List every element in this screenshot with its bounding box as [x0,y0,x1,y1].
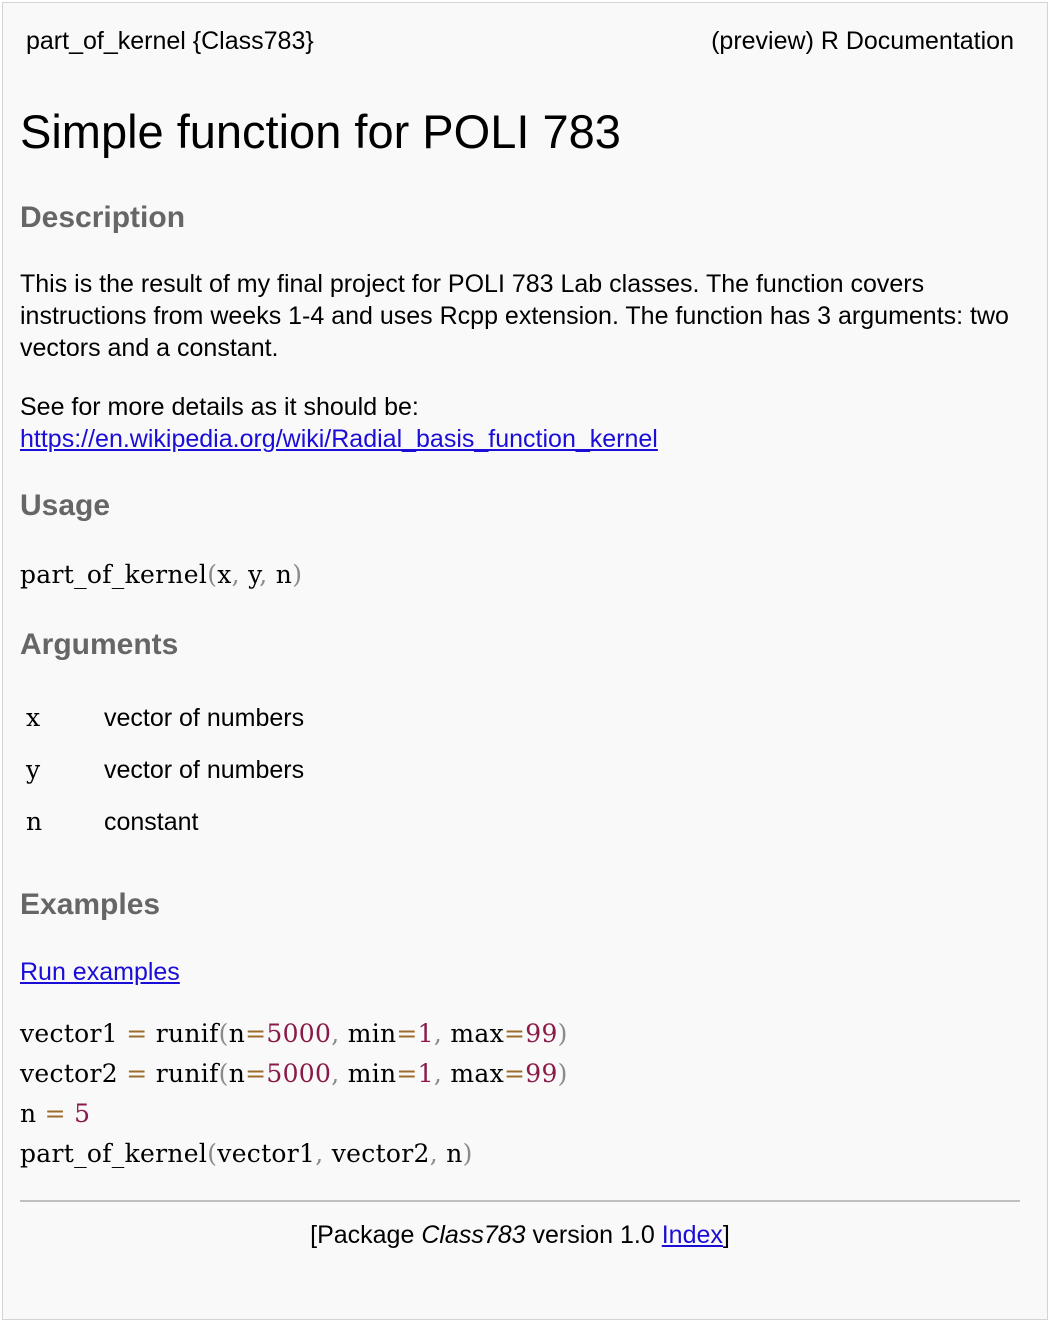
arguments-heading: Arguments [20,628,179,661]
code-line-1: vector1 = runif(n=5000, min=1, max=99) [20,1019,568,1048]
examples-heading: Examples [20,888,161,921]
usage-fn: part_of_kernel [20,560,208,589]
page-title: Simple function for POLI 783 [20,105,621,158]
description-heading: Description [20,201,186,234]
argument-name: y [26,755,41,784]
argument-description: vector of numbers [104,704,305,732]
package-footer: [Package Class783 version 1.0 Index] [310,1221,730,1249]
wikipedia-link[interactable]: https://en.wikipedia.org/wiki/Radial_bas… [20,425,658,453]
argument-name: x [26,703,41,732]
argument-name: n [26,807,43,836]
code-line-4: part_of_kernel(vector1, vector2, n) [20,1139,473,1168]
package-name: Class783 [421,1221,526,1249]
doc-source: (preview) R Documentation [711,27,1014,55]
doc-header: part_of_kernel {Class783} (preview) R Do… [26,26,1014,56]
footer-divider [20,1200,1020,1202]
usage-code: part_of_kernel(x, y, n) [20,560,303,589]
code-line-3: n = 5 [20,1099,91,1128]
examples-code: vector1 = runif(n=5000, min=1, max=99) v… [20,1014,568,1174]
description-paragraph: This is the result of my final project f… [20,270,1009,362]
run-examples-link[interactable]: Run examples [20,958,180,986]
details-paragraph: See for more details as it should be: ht… [20,391,1020,455]
details-text: See for more details as it should be: [20,393,419,421]
argument-description: constant [104,808,199,836]
argument-description: vector of numbers [104,756,305,784]
run-examples-paragraph: Run examples [20,956,1020,988]
usage-heading: Usage [20,489,111,522]
code-line-2: vector2 = runif(n=5000, min=1, max=99) [20,1059,568,1088]
topic-name: part_of_kernel {Class783} [26,27,314,55]
index-link[interactable]: Index [662,1221,723,1249]
